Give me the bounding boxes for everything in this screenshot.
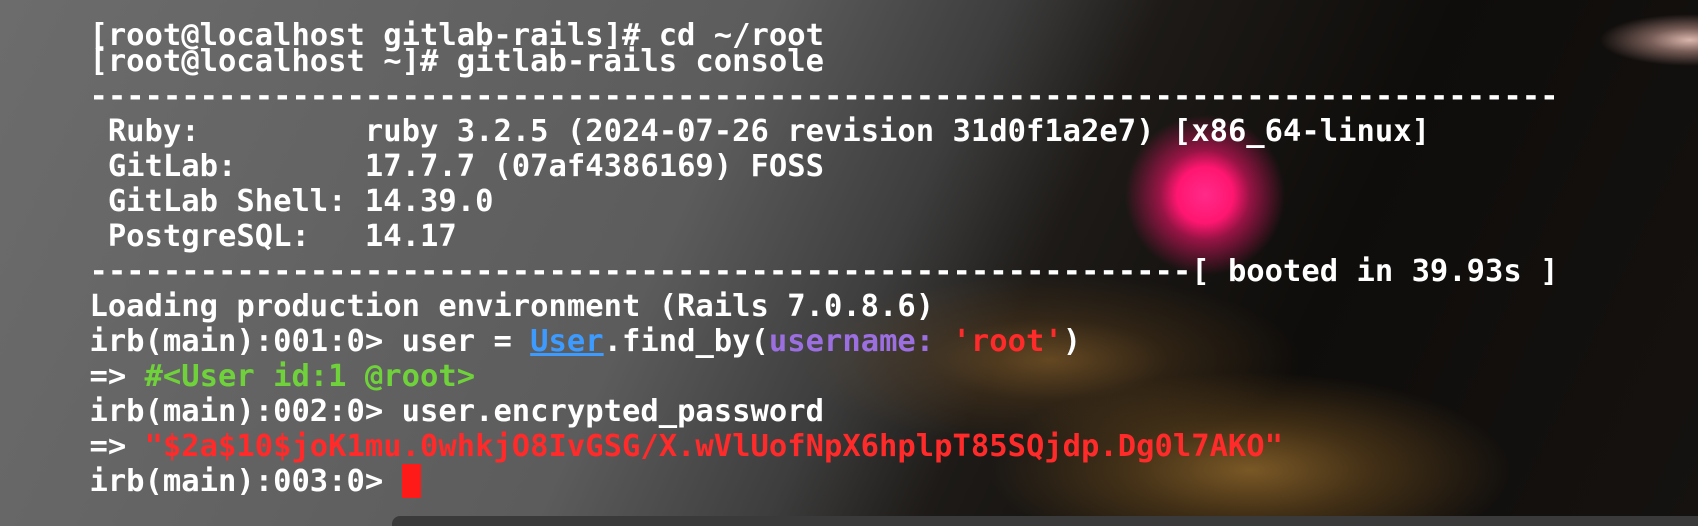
method-token: .find_by( <box>603 324 769 359</box>
irb-line-1: irb(main):001:0> user = User.find_by(use… <box>16 288 1081 359</box>
loading-line: Loading production environment (Rails 7.… <box>16 253 934 324</box>
irb-prompt: irb(main):003:0> <box>89 464 402 499</box>
separator-bottom: ----------------------------------------… <box>16 218 1558 289</box>
result-line-2: => "$2a$10$joK1mu.0whkjO8IvGSG/X.wVlUofN… <box>16 393 1283 464</box>
terminal-cursor[interactable] <box>401 464 421 498</box>
symbol-token: username: <box>768 324 935 359</box>
command-line: [root@localhost ~]# gitlab-rails console <box>16 8 824 79</box>
info-gitlab-shell: GitLab Shell: 14.39.0 <box>16 148 494 219</box>
class-token: User <box>530 324 604 359</box>
irb-line-3[interactable]: irb(main):003:0> <box>16 428 421 499</box>
separator-top: ----------------------------------------… <box>16 43 1558 114</box>
info-postgresql: PostgreSQL: 14.17 <box>16 183 457 254</box>
string-token: 'root' <box>952 324 1063 359</box>
terminal-window[interactable]: [root@localhost gitlab-rails]# cd ~/root… <box>0 0 1698 526</box>
window-bottom-bar <box>392 516 1698 526</box>
boot-time: [ booted in 39.93s ] <box>1191 254 1559 289</box>
irb-line-2: irb(main):002:0> user.encrypted_password <box>16 358 824 429</box>
result-line-1: => #<User id:1 @root> <box>16 323 475 394</box>
info-gitlab: GitLab: 17.7.7 (07af4386169) FOSS <box>16 113 824 184</box>
close-paren: ) <box>1062 324 1082 359</box>
info-ruby: Ruby: ruby 3.2.5 (2024-07-26 revision 31… <box>16 78 1430 149</box>
